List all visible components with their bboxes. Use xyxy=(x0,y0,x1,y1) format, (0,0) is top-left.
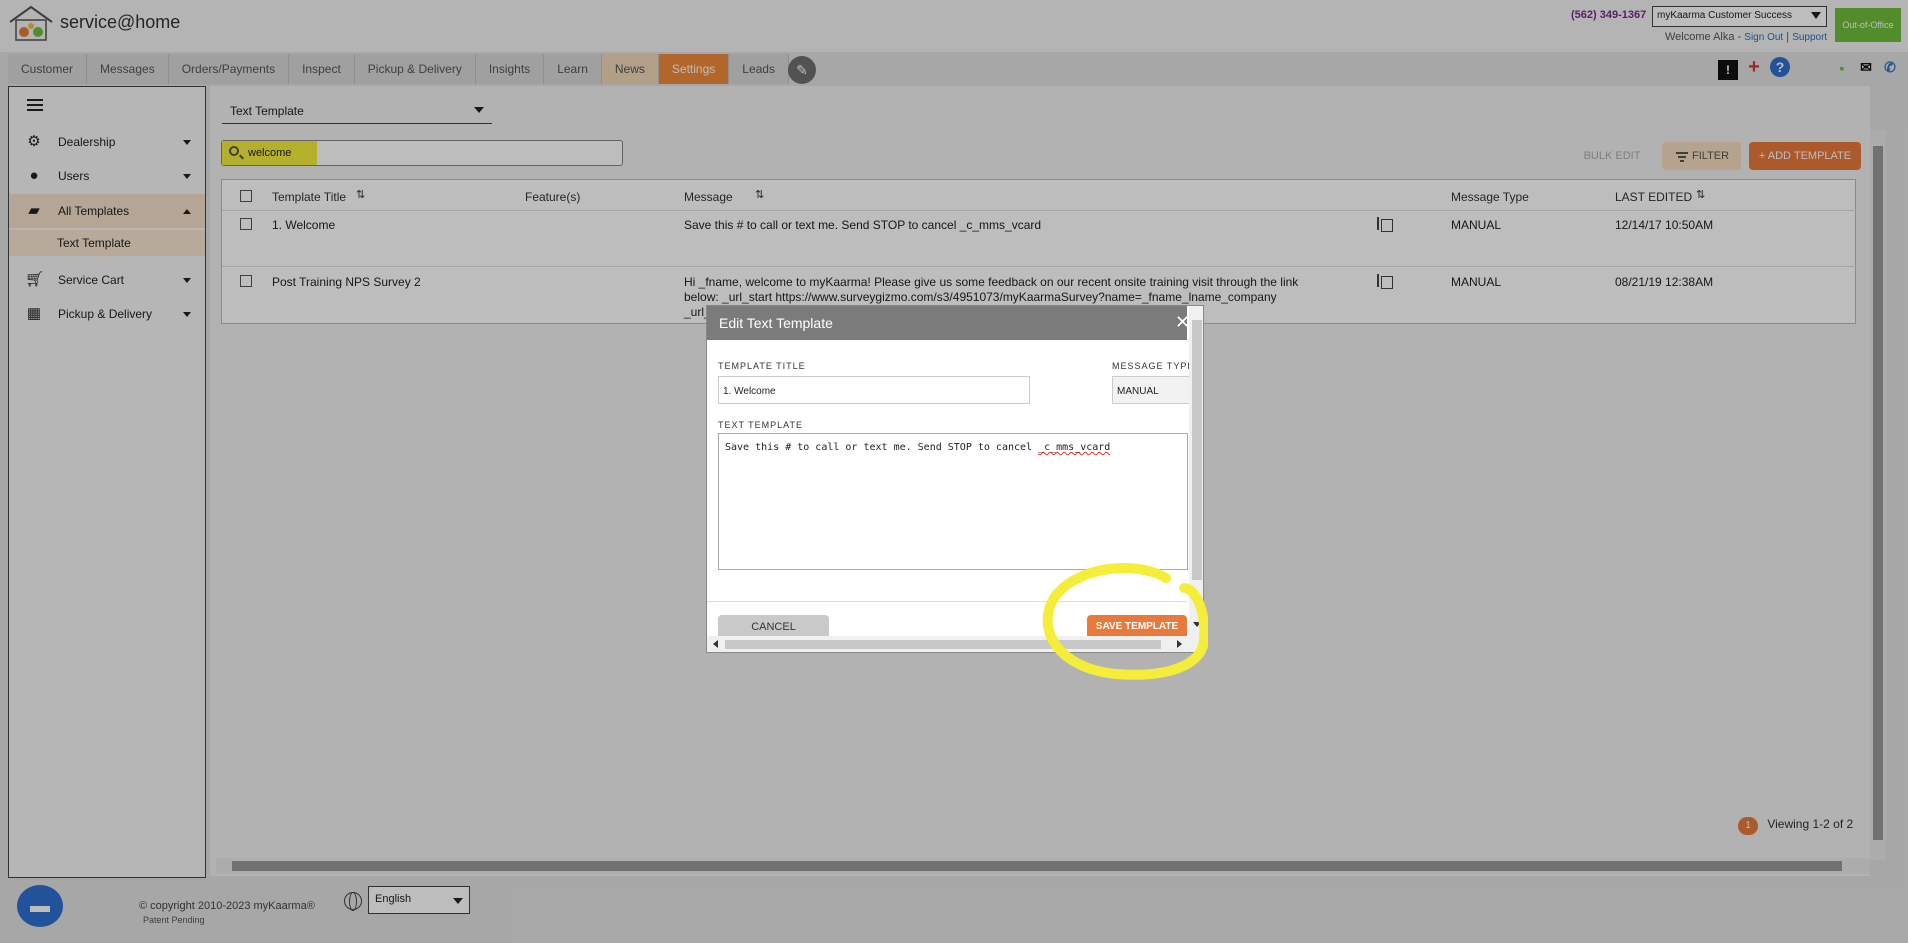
scroll-thumb[interactable] xyxy=(1192,320,1202,580)
text-template-content: Save this # to call or text me. Send STO… xyxy=(725,442,1039,453)
arrow-left-icon[interactable] xyxy=(713,640,718,648)
template-title-input[interactable]: 1. Welcome xyxy=(718,376,1030,404)
text-template-token: _c_mms_vcard xyxy=(1038,442,1111,453)
highlight-annotation xyxy=(1042,563,1208,680)
template-title-label: TEMPLATE TITLE xyxy=(718,361,806,371)
message-type-label: MESSAGE TYPE xyxy=(1112,361,1195,371)
text-template-textarea[interactable]: Save this # to call or text me. Send STO… xyxy=(718,433,1188,570)
dialog-header: Edit Text Template ✕ xyxy=(707,306,1190,340)
dialog-title: Edit Text Template xyxy=(719,315,833,331)
text-template-label: TEXT TEMPLATE xyxy=(718,420,804,430)
